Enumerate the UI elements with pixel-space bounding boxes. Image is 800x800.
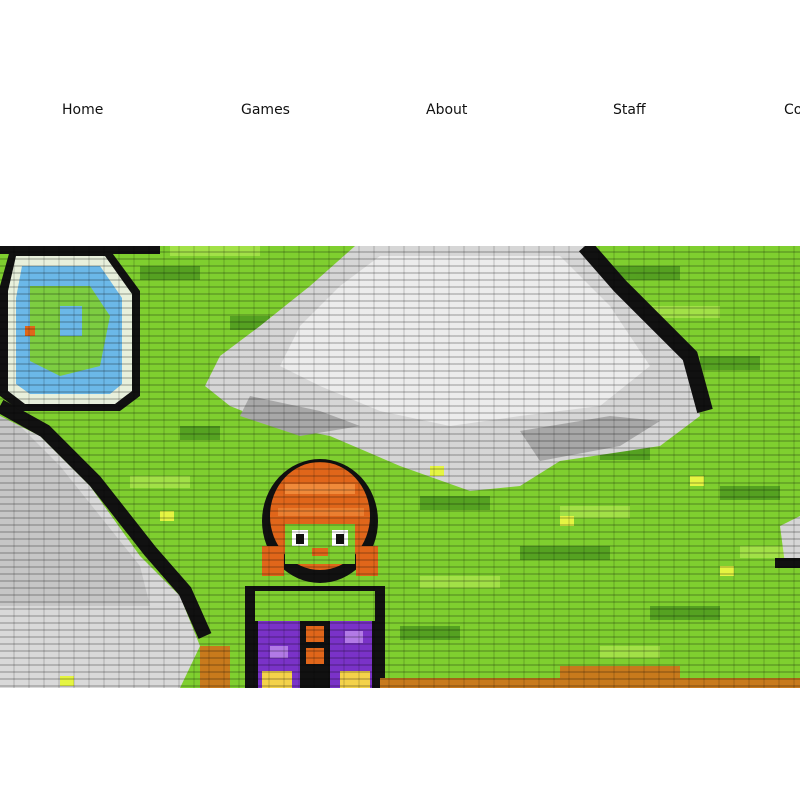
nav-link-games[interactable]: Games [241,101,290,119]
nav-link-home[interactable]: Home [62,101,103,119]
nav-link-about[interactable]: About [426,101,467,119]
hero-pixel-art-image [0,246,800,688]
pixel-art-scene [0,246,800,688]
main-nav: Home Games About Staff Contact [0,0,800,220]
nav-link-staff[interactable]: Staff [613,101,646,119]
nav-link-contact[interactable]: Contact [784,101,800,119]
page: Home Games About Staff Contact [0,0,800,800]
